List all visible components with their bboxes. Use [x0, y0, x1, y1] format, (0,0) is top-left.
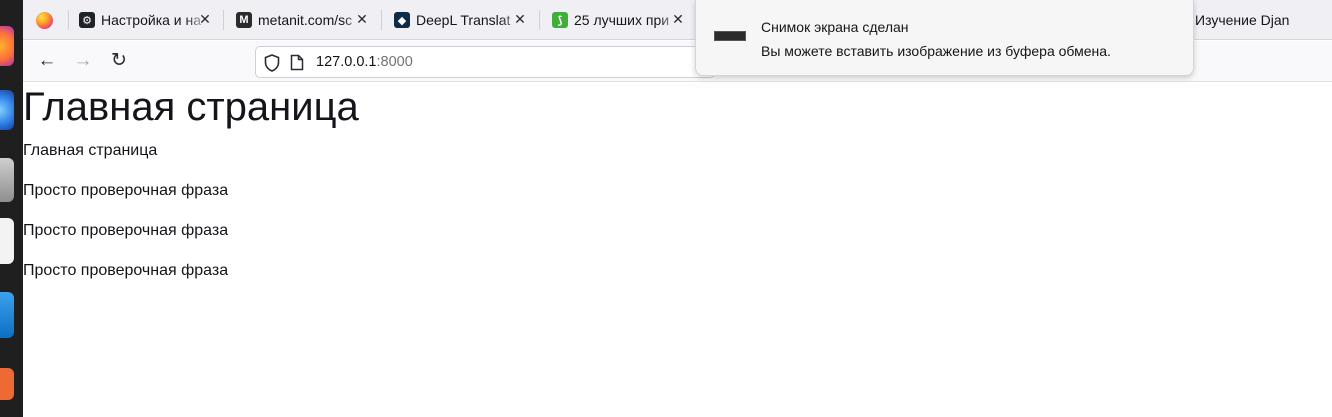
dock-files-icon[interactable]: [0, 158, 14, 202]
dock-firefox-icon[interactable]: [0, 26, 14, 66]
dock-app-icon[interactable]: [0, 368, 14, 400]
ubuntu-dock: [0, 0, 23, 417]
tab-3[interactable]: ⟆ 25 лучших при ✕: [552, 0, 687, 40]
close-icon[interactable]: ✕: [196, 10, 214, 28]
page-icon[interactable]: [290, 54, 304, 71]
dock-thunderbird-icon[interactable]: [0, 90, 14, 130]
metanit-icon: M: [236, 12, 252, 28]
tab-separator: [539, 10, 540, 30]
tab-separator: [223, 10, 224, 30]
url-port: :8000: [376, 54, 413, 70]
notification-body: Вы можете вставить изображение из буфера…: [761, 43, 1111, 59]
paragraph: Просто проверочная фраза: [23, 182, 229, 199]
tab-1[interactable]: M metanit.com/sc ✕: [236, 0, 371, 40]
tab-title: Настройка и на: [101, 12, 202, 28]
close-icon[interactable]: ✕: [511, 10, 529, 28]
url-host: 127.0.0.1: [316, 54, 377, 70]
paragraph: Главная страница: [23, 142, 158, 159]
tab-0[interactable]: ⚙ Настройка и на ✕: [79, 0, 214, 40]
forward-button[interactable]: →: [71, 49, 95, 73]
tab-separator: [68, 10, 69, 30]
close-icon[interactable]: ✕: [669, 10, 687, 28]
screenshot-thumbnail-icon: [714, 31, 746, 41]
tab-title: metanit.com/sc: [258, 12, 353, 28]
tab-title: DeepL Translat: [416, 12, 511, 28]
tab-separator: [381, 10, 382, 30]
paragraph: Просто проверочная фраза: [23, 222, 229, 239]
close-icon[interactable]: ✕: [353, 10, 371, 28]
dock-text-editor-icon[interactable]: [0, 218, 14, 264]
leaf-icon: ⟆: [552, 12, 568, 28]
firefox-icon: [35, 11, 53, 29]
screenshot-notification[interactable]: Снимок экрана сделан Вы можете вставить …: [695, 0, 1194, 76]
back-button[interactable]: ←: [35, 49, 59, 73]
github-icon: ⚙: [79, 12, 95, 28]
tab-2[interactable]: ◆ DeepL Translat ✕: [394, 0, 529, 40]
tab-title: 25 лучших при: [574, 12, 670, 28]
page-content: Главная страница Главная страница Просто…: [23, 83, 1332, 417]
shield-icon[interactable]: [264, 54, 280, 72]
address-bar[interactable]: 127.0.0.1:8000: [255, 46, 715, 78]
reload-button[interactable]: ↻: [107, 49, 131, 73]
notification-title: Снимок экрана сделан: [761, 19, 909, 35]
page-heading: Главная страница: [23, 85, 359, 129]
tab-title: Изучение Djan: [1195, 12, 1290, 28]
deepl-icon: ◆: [394, 12, 410, 28]
tab-django[interactable]: Изучение Djan: [1181, 0, 1332, 40]
dock-vscode-icon[interactable]: [0, 292, 14, 338]
firefox-view-button[interactable]: [27, 6, 61, 34]
paragraph: Просто проверочная фраза: [23, 262, 229, 279]
url-text[interactable]: 127.0.0.1:8000: [316, 54, 413, 70]
